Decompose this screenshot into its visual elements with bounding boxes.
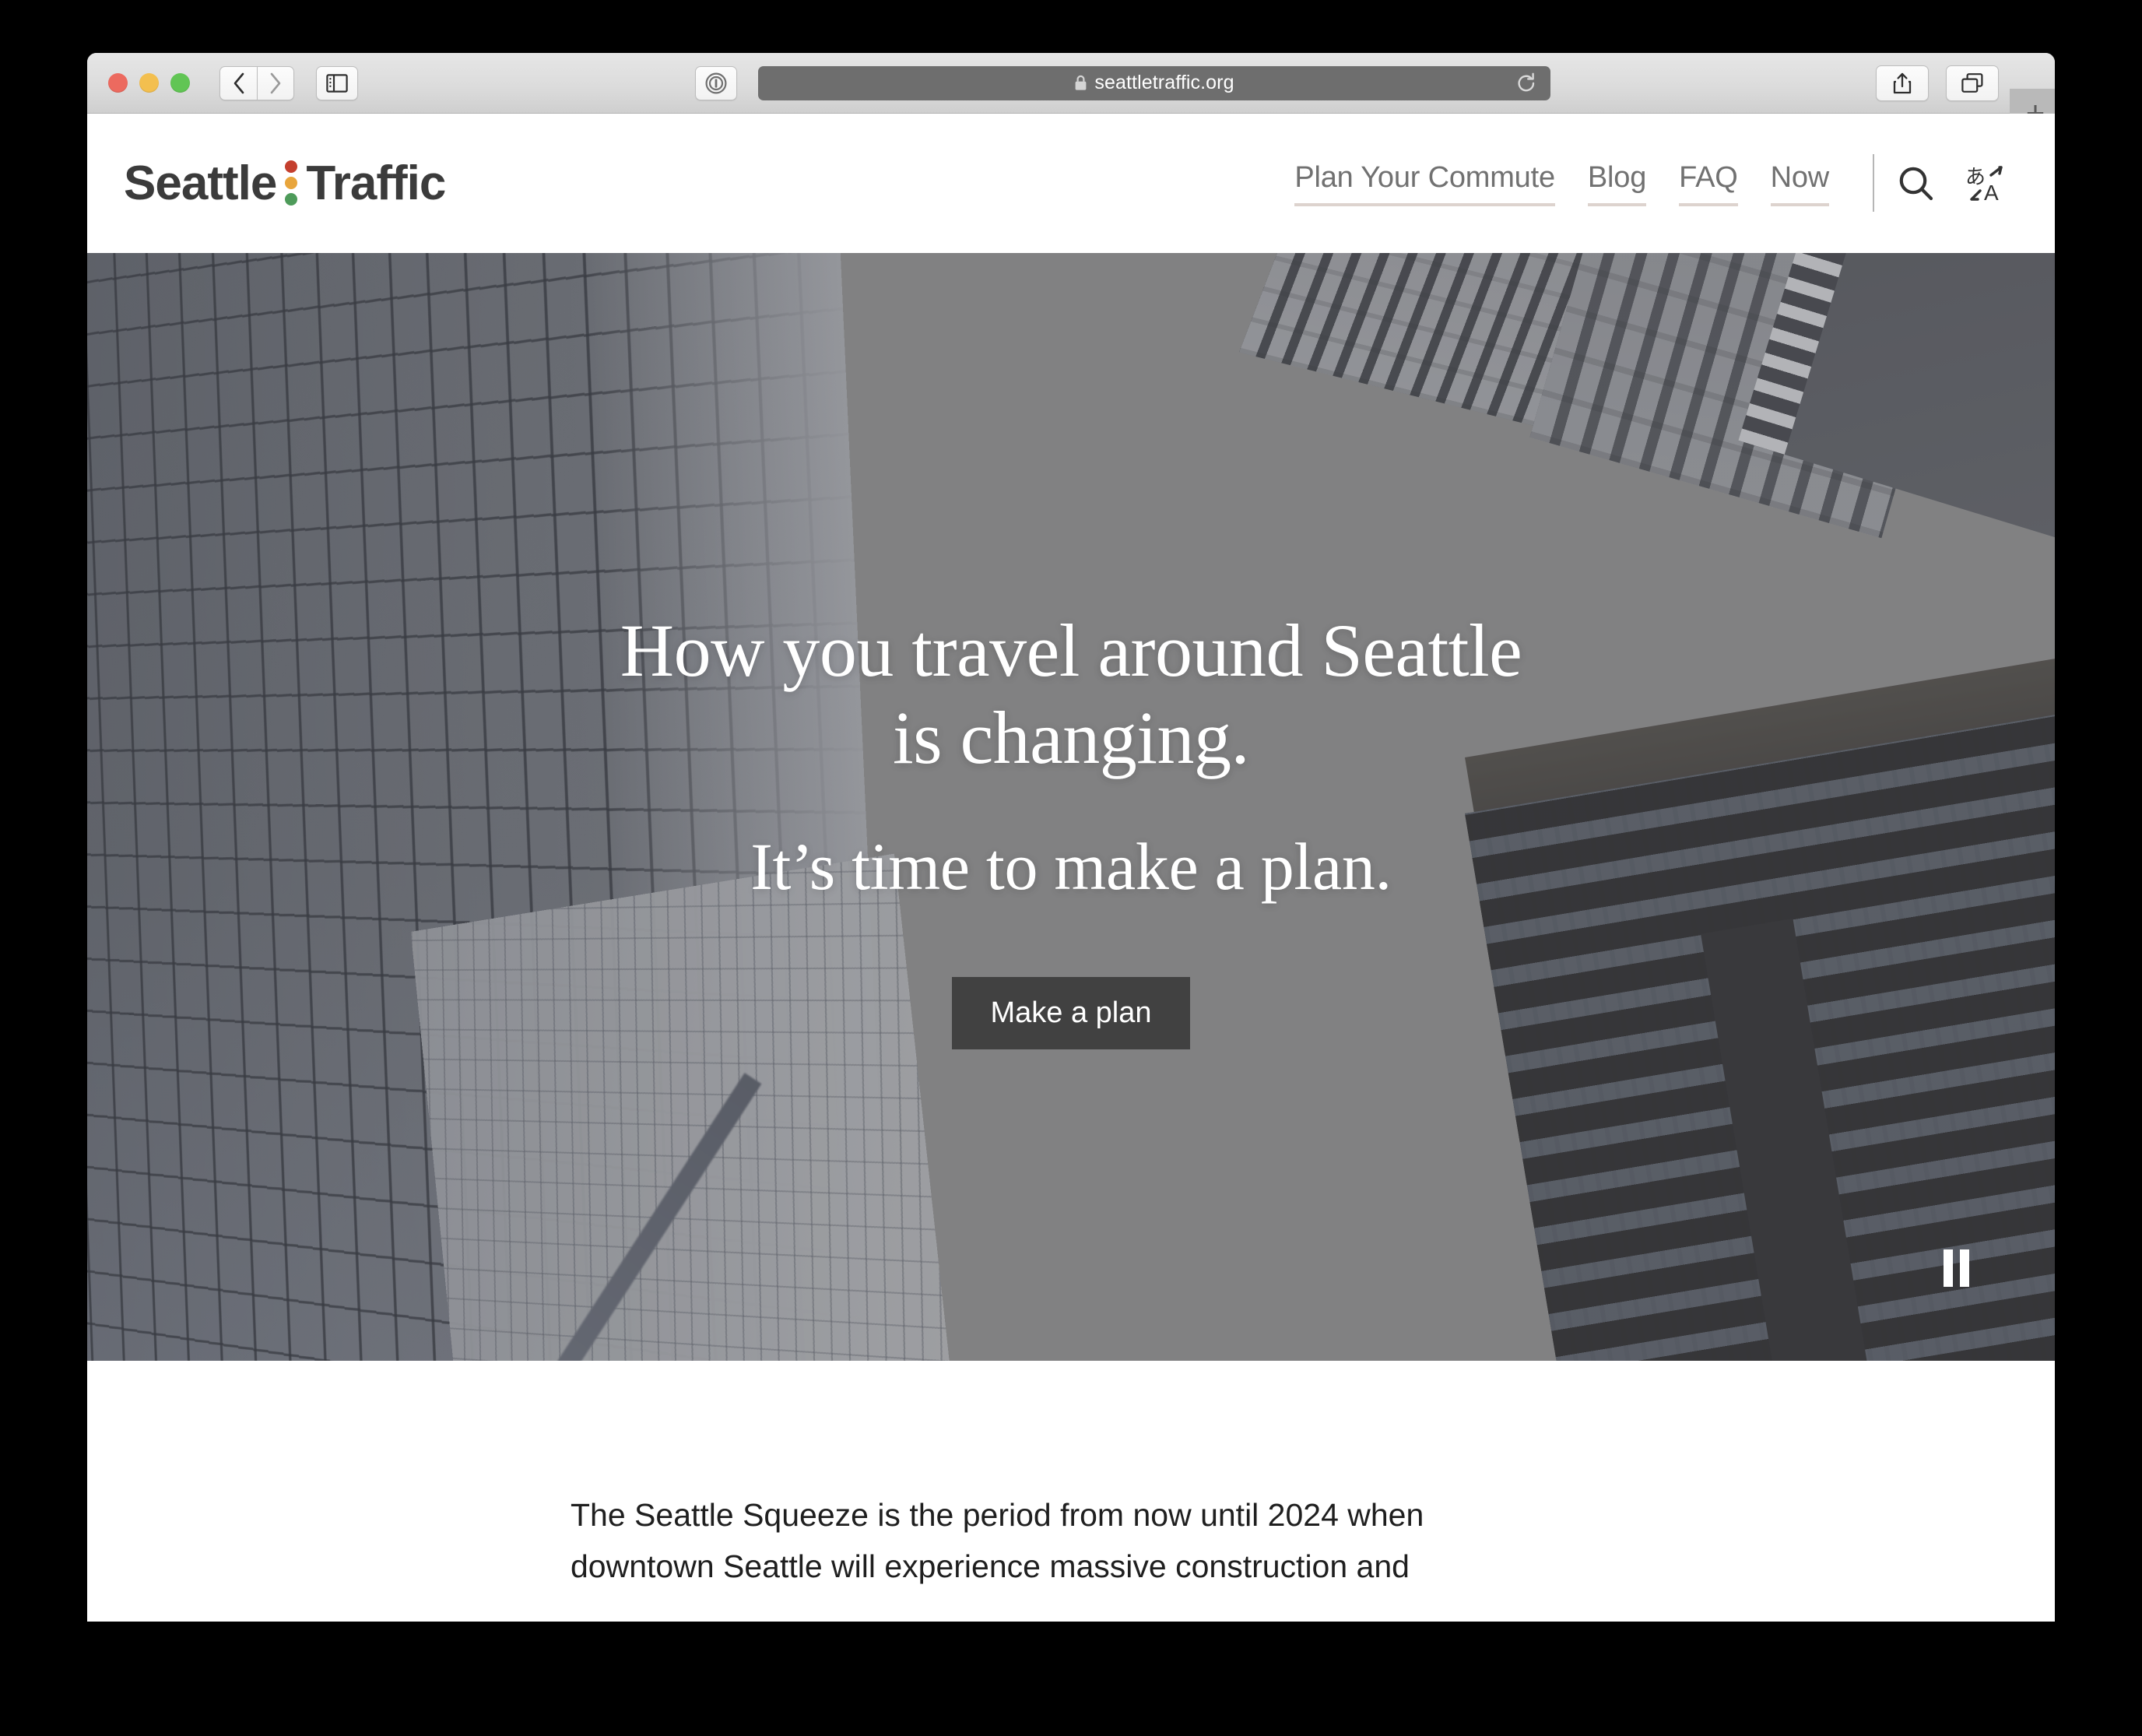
reload-button[interactable] xyxy=(1516,72,1536,94)
window-controls xyxy=(108,73,190,93)
hero-subheadline: It’s time to make a plan. xyxy=(87,828,2055,905)
header-icon-group: あ A xyxy=(1896,163,2007,205)
hero-content: How you travel around Seattle is changin… xyxy=(87,253,2055,1049)
sidebar-toggle-button[interactable] xyxy=(316,66,358,100)
nav-item-now[interactable]: Now xyxy=(1771,161,1829,206)
tab-overview-icon xyxy=(1961,72,1984,94)
traffic-light-icon xyxy=(285,160,297,207)
intro-section: The Seattle Squeeze is the period from n… xyxy=(87,1361,2055,1593)
forward-button[interactable] xyxy=(257,66,294,100)
back-button[interactable] xyxy=(219,66,257,100)
site-logo[interactable]: Seattle Traffic xyxy=(124,160,445,208)
maximize-window-button[interactable] xyxy=(170,73,190,93)
share-button[interactable] xyxy=(1876,65,1929,101)
intro-paragraph: The Seattle Squeeze is the period from n… xyxy=(571,1489,1438,1593)
privacy-report-button[interactable] xyxy=(695,66,737,100)
hero-headline-line-2: is changing. xyxy=(87,694,2055,782)
sidebar-icon xyxy=(326,74,348,93)
logo-word-traffic: Traffic xyxy=(306,160,445,208)
hero-headline-line-1: How you travel around Seattle xyxy=(87,607,2055,694)
header-divider xyxy=(1873,154,1874,212)
nav-item-faq[interactable]: FAQ xyxy=(1679,161,1737,206)
logo-word-seattle: Seattle xyxy=(124,160,276,208)
lock-icon xyxy=(1074,75,1087,91)
close-window-button[interactable] xyxy=(108,73,128,93)
url-text: seattletraffic.org xyxy=(1094,72,1234,94)
pause-icon[interactable] xyxy=(1944,1249,1969,1287)
site-navigation: Plan Your Commute Blog FAQ Now xyxy=(1294,161,1829,206)
tab-overview-button[interactable] xyxy=(1946,65,1999,101)
site-header: Seattle Traffic Plan Your Commute Blog F… xyxy=(87,114,2055,253)
minimize-window-button[interactable] xyxy=(139,73,159,93)
web-page: Seattle Traffic Plan Your Commute Blog F… xyxy=(87,114,2055,1622)
privacy-shield-icon xyxy=(704,72,728,95)
browser-toolbar: seattletraffic.org + xyxy=(87,53,2055,114)
translate-icon[interactable]: あ A xyxy=(1965,163,2007,205)
navigation-buttons xyxy=(219,66,294,100)
browser-window: seattletraffic.org + Seattle Traffic Pla… xyxy=(87,53,2055,1622)
share-icon xyxy=(1892,72,1912,95)
nav-item-blog[interactable]: Blog xyxy=(1588,161,1646,206)
search-icon[interactable] xyxy=(1896,163,1937,204)
nav-item-plan-your-commute[interactable]: Plan Your Commute xyxy=(1294,161,1555,206)
hero-section: How you travel around Seattle is changin… xyxy=(87,253,2055,1361)
toolbar-right-actions xyxy=(1876,65,1999,101)
make-a-plan-button[interactable]: Make a plan xyxy=(952,977,1189,1049)
chevron-left-icon xyxy=(231,72,247,95)
reload-icon xyxy=(1516,72,1536,94)
svg-text:あ: あ xyxy=(1965,166,1986,189)
address-bar[interactable]: seattletraffic.org xyxy=(758,66,1550,100)
chevron-right-icon xyxy=(268,72,283,95)
svg-text:A: A xyxy=(1984,181,1999,205)
